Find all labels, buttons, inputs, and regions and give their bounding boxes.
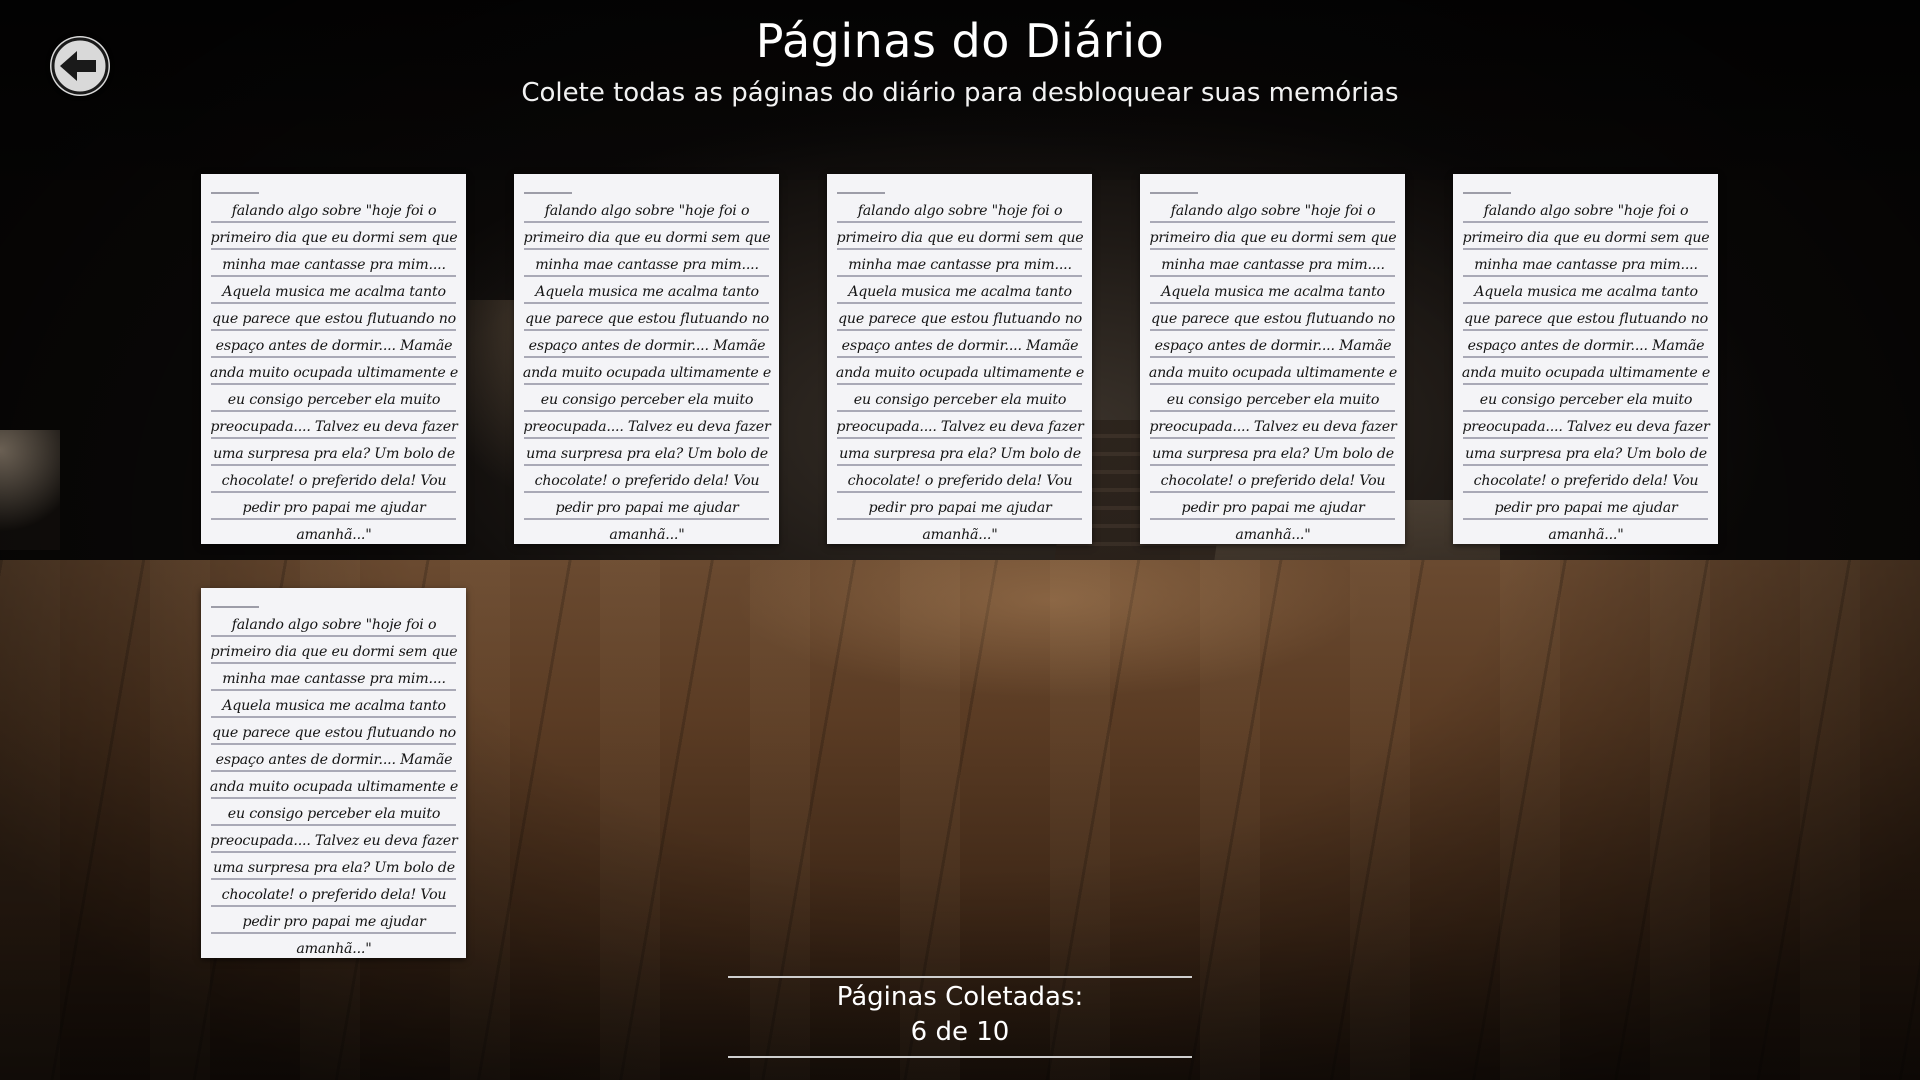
diary-page-card[interactable]: falando algo sobre "hoje foi o primeiro …: [1453, 174, 1718, 544]
page-margin-mark: [524, 192, 572, 194]
page-subtitle: Colete todas as páginas do diário para d…: [521, 78, 1399, 108]
diary-page-card[interactable]: falando algo sobre "hoje foi o primeiro …: [1140, 174, 1405, 544]
page-margin-mark: [1150, 192, 1198, 194]
diary-page-text: falando algo sobre "hoje foi o primeiro …: [209, 617, 459, 957]
counter-label: Páginas Coletadas:: [836, 982, 1084, 1012]
diary-page-text: falando algo sobre "hoje foi o primeiro …: [1148, 203, 1398, 543]
page-margin-mark: [211, 606, 259, 608]
counter-value: 6 de 10: [910, 1017, 1010, 1047]
page-margin-mark: [211, 192, 259, 194]
diary-page-text: falando algo sobre "hoje foi o primeiro …: [209, 203, 459, 543]
diary-page-text: falando algo sobre "hoje foi o primeiro …: [835, 203, 1085, 543]
diary-page-card[interactable]: falando algo sobre "hoje foi o primeiro …: [201, 588, 466, 958]
page-margin-mark: [837, 192, 885, 194]
diary-page-card[interactable]: falando algo sobre "hoje foi o primeiro …: [514, 174, 779, 544]
counter-top-divider: [728, 976, 1192, 978]
diary-pages-screen: Páginas do Diário Colete todas as página…: [0, 0, 1920, 1080]
counter-bottom-divider: [728, 1056, 1192, 1058]
diary-page-card[interactable]: falando algo sobre "hoje foi o primeiro …: [201, 174, 466, 544]
pages-collected-counter: Páginas Coletadas: 6 de 10: [728, 976, 1192, 1058]
diary-page-card[interactable]: falando algo sobre "hoje foi o primeiro …: [827, 174, 1092, 544]
diary-page-text: falando algo sobre "hoje foi o primeiro …: [522, 203, 772, 543]
page-title: Páginas do Diário: [755, 14, 1165, 68]
diary-page-text: falando algo sobre "hoje foi o primeiro …: [1461, 203, 1711, 543]
diary-pages-grid: falando algo sobre "hoje foi o primeiro …: [201, 174, 1721, 958]
page-margin-mark: [1463, 192, 1511, 194]
